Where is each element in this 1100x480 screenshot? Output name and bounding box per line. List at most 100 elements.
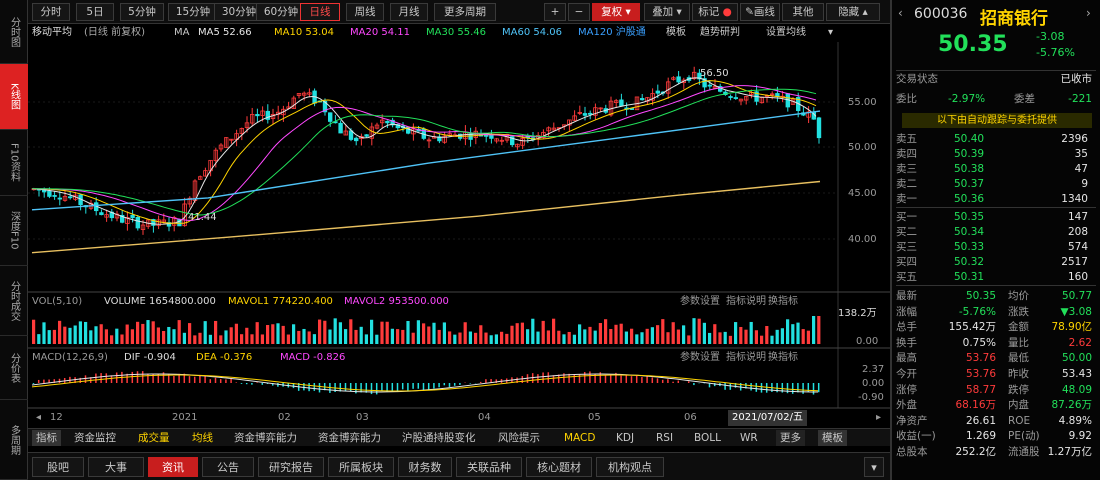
zoom-in-button[interactable]: + [544,3,566,21]
stat-value: 1.269 [965,430,996,443]
candle-body [655,90,660,94]
more-button[interactable]: 其他 [782,3,824,21]
stat-value: 53.76 [965,352,996,365]
nav-item-deep-f10[interactable]: 深度F10 [0,196,28,266]
volume-bar [624,331,628,344]
period-5day[interactable]: 5日 [76,3,114,21]
tab-risk[interactable]: 风险提示 [498,430,540,446]
tab-hk-holding[interactable]: 沪股通持股变化 [402,430,476,446]
period-more[interactable]: 更多周期 [434,3,496,21]
draw-button[interactable]: ✎画线 [740,3,780,21]
scroll-right-icon[interactable]: ▸ [876,410,881,426]
nav-item-kline[interactable]: K线图 [0,64,28,130]
tab-ma[interactable]: 均线 [192,430,213,446]
volume-bar [193,335,197,344]
auto-order-banner[interactable]: 以下由自动跟踪与委托提供 [902,113,1092,128]
chevron-down-icon[interactable]: ▾ [828,24,833,42]
bid-row[interactable]: 买五 50.31 160 [896,270,1096,285]
prev-stock-icon[interactable]: ‹ [898,6,903,20]
volume-bar [136,321,140,344]
tab-sectors[interactable]: 所属板块 [328,457,394,477]
stat-label: 昨收 [1008,368,1029,380]
marks-button[interactable]: 标记 ● [692,3,738,21]
period-day[interactable]: 日线 [300,3,340,21]
tab-volume[interactable]: 成交量 [138,430,170,446]
ask-row[interactable]: 卖三 50.38 47 [896,162,1096,177]
volume-bar [146,320,150,344]
macd-help-link[interactable]: 指标说明 [726,350,766,363]
tab-indicator[interactable]: 指标 [32,430,61,446]
nav-item-f10[interactable]: F10资料 [0,130,28,196]
tab-themes[interactable]: 核心题材 [526,457,592,477]
tab-rsi[interactable]: RSI [656,430,673,446]
period-timeshare[interactable]: 分时 [32,3,70,21]
tab-wr[interactable]: WR [740,430,758,446]
period-5min[interactable]: 5分钟 [120,3,164,21]
book-label: 卖二 [896,178,917,190]
nav-item-timeshare[interactable]: 分时图 [0,0,28,64]
high-annotation: 56.50 [700,68,729,79]
bid-row[interactable]: 买二 50.34 208 [896,225,1096,240]
period-60min[interactable]: 60分钟 [256,3,306,21]
ask-row[interactable]: 卖五 50.40 2396 [896,132,1096,147]
tab-related[interactable]: 关联品种 [456,457,522,477]
next-stock-icon[interactable]: › [1086,6,1091,20]
kline-chart[interactable]: 55.00 50.00 45.00 40.00 41.44 56.50 VOL(… [28,42,890,410]
tab-boll[interactable]: BOLL [694,430,721,446]
template-link[interactable]: 模板 [666,24,686,42]
volume-bar [203,321,207,344]
tab-news[interactable]: 资讯 [148,457,198,477]
bid-row[interactable]: 买三 50.33 574 [896,240,1096,255]
tab-financials[interactable]: 财务数 [398,457,452,477]
volume-bar [510,325,514,344]
volume-bar [728,335,732,344]
tab-macd[interactable]: MACD [564,430,595,446]
period-week[interactable]: 周线 [346,3,384,21]
tab-views[interactable]: 机构观点 [596,457,664,477]
hide-button[interactable]: 隐藏 ▴ [826,3,880,21]
tab-fund-game-2[interactable]: 资金博弈能力 [318,430,381,446]
tab-guba[interactable]: 股吧 [32,457,84,477]
volume-bar [515,323,519,344]
tab-fund-monitor[interactable]: 资金监控 [74,430,116,446]
ask-row[interactable]: 卖四 50.39 35 [896,147,1096,162]
trend-link[interactable]: 趋势研判 [700,24,740,42]
adjust-button[interactable]: 复权 ▾ [592,3,640,21]
overlay-button[interactable]: 叠加 ▾ [644,3,690,21]
tab-template[interactable]: 模板 [818,430,847,446]
bid-row[interactable]: 买四 50.32 2517 [896,255,1096,270]
tab-more[interactable]: 更多 [776,430,805,446]
bid-row[interactable]: 买一 50.35 147 [896,210,1096,225]
period-month[interactable]: 月线 [390,3,428,21]
tab-events[interactable]: 大事 [88,457,144,477]
vol-switch-link[interactable]: 换指标 [768,294,798,307]
tab-research[interactable]: 研究报告 [258,457,324,477]
zoom-out-button[interactable]: − [568,3,590,21]
indicator-name[interactable]: 移动平均 [32,24,72,42]
ma-settings-link[interactable]: 设置均线 [766,24,806,42]
period-15min[interactable]: 15分钟 [168,3,218,21]
vol-param-link[interactable]: 参数设置 [680,294,720,307]
tab-announcements[interactable]: 公告 [202,457,254,477]
nav-item-multi-period[interactable]: 多周期 [0,400,28,480]
volume-bar [302,328,306,344]
ma-legend: 移动平均 (日线 前复权) MA MA5 52.66 MA10 53.04 MA… [28,24,890,42]
vol-help-link[interactable]: 指标说明 [726,294,766,307]
ask-row[interactable]: 卖二 50.37 9 [896,177,1096,192]
tab-kdj[interactable]: KDJ [616,430,634,446]
nav-item-price-table[interactable]: 分价表 [0,336,28,400]
collapse-icon[interactable]: ▾ [864,457,884,477]
scroll-left-icon[interactable]: ◂ [36,410,41,426]
tab-fund-game-1[interactable]: 资金博弈能力 [234,430,297,446]
macd-param-link[interactable]: 参数设置 [680,350,720,363]
vol-title[interactable]: VOL(5,10) [32,296,82,307]
volume-bar [531,318,535,344]
macd-title[interactable]: MACD(12,26,9) [32,352,108,363]
stat-label: 涨幅 [896,305,917,318]
ask-row[interactable]: 卖一 50.36 1340 [896,192,1096,207]
nav-item-trades[interactable]: 分时成交 [0,266,28,336]
stat-value: 252.2亿 [955,446,996,458]
volume-bar [604,319,608,344]
volume-bar [754,330,758,344]
macd-switch-link[interactable]: 换指标 [768,350,798,363]
